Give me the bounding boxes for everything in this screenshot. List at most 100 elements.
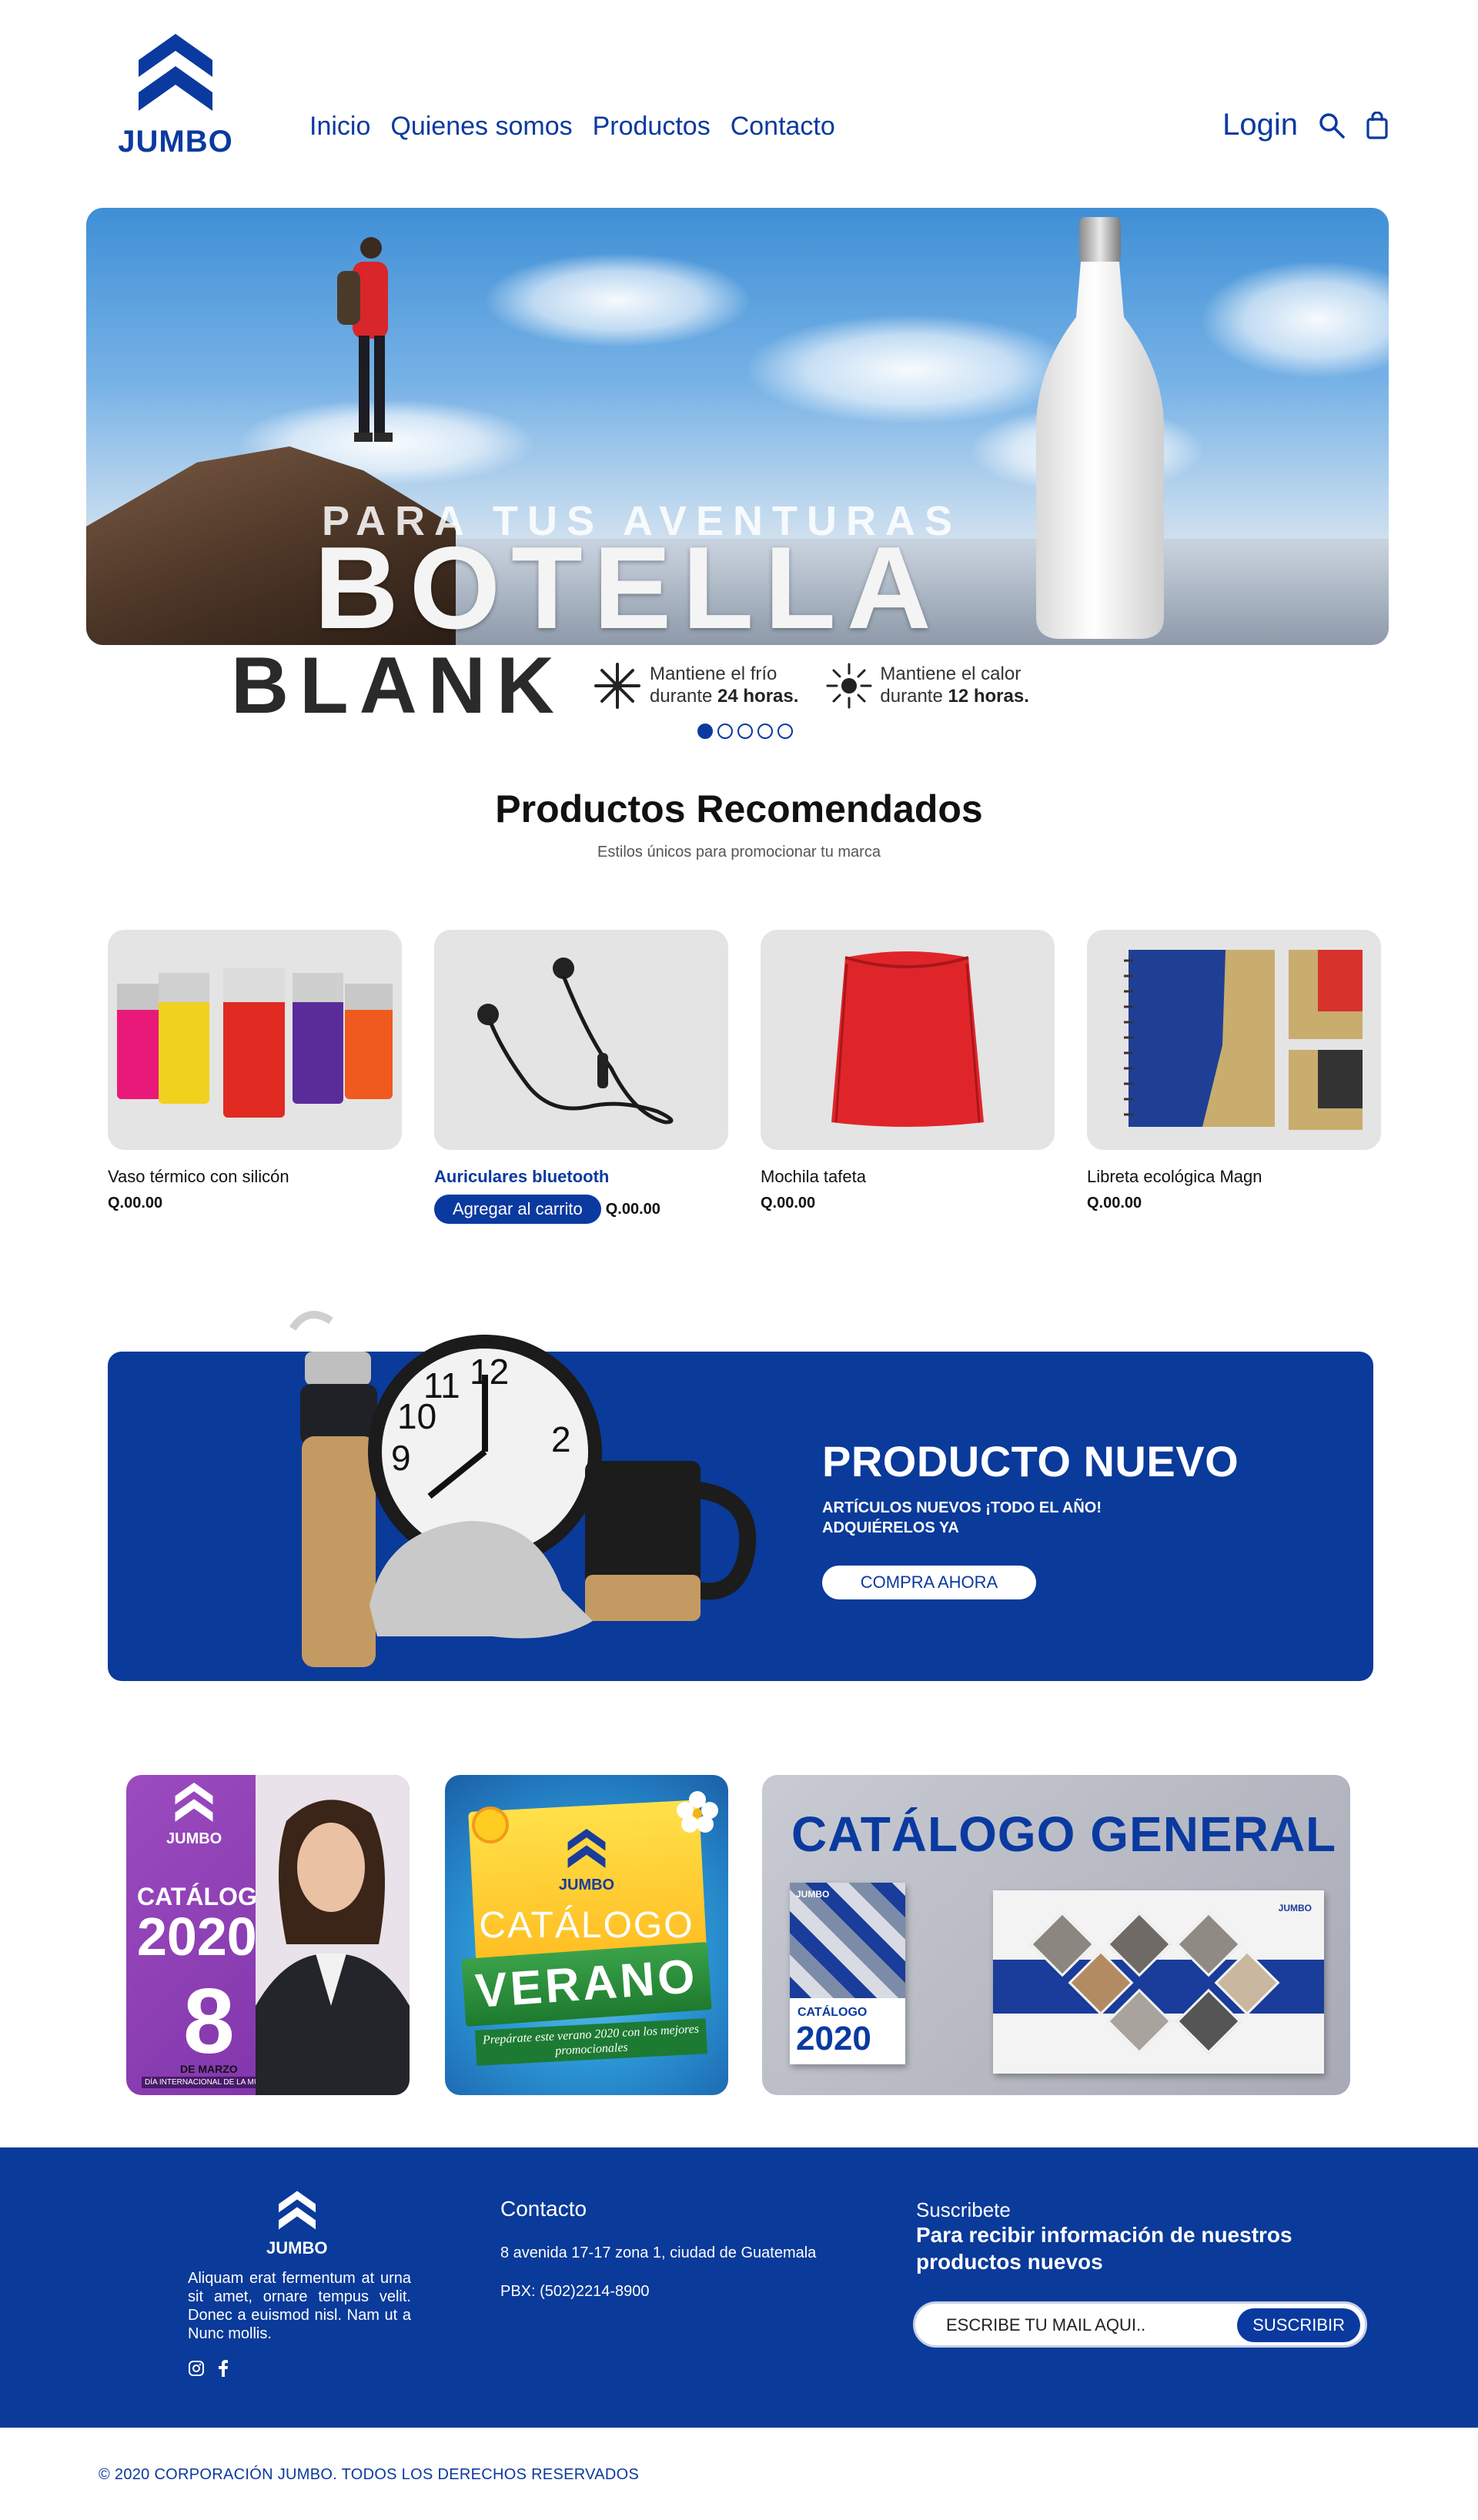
tumblers-image (117, 968, 393, 1118)
carousel-dot-2[interactable] (717, 724, 733, 739)
product-card[interactable]: Vaso térmico con silicón Q.00.00 (108, 930, 402, 1224)
catalog-year: 2020 (137, 1907, 257, 1967)
footer-address: 8 avenida 17-17 zona 1, ciudad de Guatem… (500, 2244, 817, 2261)
product-price: Q.00.00 (108, 1195, 163, 1212)
hero-cloud (487, 254, 748, 346)
flower-icon (677, 1791, 718, 1833)
search-icon[interactable] (1318, 112, 1346, 139)
sun-icon (826, 663, 872, 709)
email-field[interactable] (946, 2310, 1223, 2341)
hero-banner[interactable]: PARA TUS AVENTURAS BOTELLA (86, 208, 1389, 645)
catalog-card-general[interactable]: CATÁLOGO GENERAL JUMBO CATÁLOGO 2020 JUM… (762, 1775, 1350, 2095)
catalog-logo: JUMBO (166, 1783, 222, 1848)
hero-title-blank: BLANK (231, 640, 565, 730)
new-product-line1: ARTÍCULOS NUEVOS ¡TODO EL AÑO! (822, 1499, 1102, 1516)
footer-social (188, 2360, 229, 2377)
instagram-icon[interactable] (188, 2360, 205, 2377)
svg-text:9: 9 (391, 1438, 411, 1478)
carousel-dot-4[interactable] (757, 724, 773, 739)
feature-hot-line2: durante (880, 686, 948, 707)
catalog-label: CATÁLOGO (479, 1905, 694, 1946)
product-name[interactable]: Auriculares bluetooth (434, 1167, 728, 1187)
hero-feature-row: BLANK Mantiene el frío durante 24 horas. (231, 641, 1029, 730)
add-to-cart-button[interactable]: Agregar al carrito (434, 1195, 601, 1224)
catalog-logo: JUMBO (445, 1829, 728, 1894)
carousel-dot-5[interactable] (777, 724, 793, 739)
chevron-logo-icon (278, 2191, 316, 2230)
footer-subscribe-text: Para recibir información de nuestros pro… (916, 2223, 1292, 2274)
product-grid: Vaso térmico con silicón Q.00.00 Auricul… (108, 930, 1381, 1224)
footer-phone[interactable]: PBX: (502)2214-8900 (500, 2283, 649, 2301)
feature-cold-line1: Mantiene el frío (649, 663, 777, 685)
hero-cloud (1202, 262, 1389, 377)
carousel-dot-1[interactable] (697, 724, 713, 739)
catalog-logo-text: JUMBO (166, 1830, 222, 1847)
notebooks-image (1124, 950, 1363, 1130)
new-product-banner[interactable]: 12 2 9 11 10 PRODUCTO NUEVO ARTÍCULOS NU… (108, 1311, 1373, 1681)
feature-cold: Mantiene el frío durante 24 horas. (593, 661, 798, 710)
carousel-dot-3[interactable] (737, 724, 753, 739)
catalog-book-cover: JUMBO CATÁLOGO 2020 (790, 1883, 905, 2064)
chevron-logo-icon (139, 34, 212, 111)
earphones-image (477, 958, 674, 1125)
chevron-logo-icon (175, 1783, 213, 1822)
product-price: Q.00.00 (605, 1200, 660, 1218)
hero-cloud (748, 316, 1072, 423)
book-year: 2020 (796, 2020, 871, 2057)
login-link[interactable]: Login (1222, 108, 1298, 142)
product-name[interactable]: Libreta ecológica Magn (1087, 1167, 1381, 1187)
red-bag-image (831, 951, 984, 1127)
book-label: CATÁLOGO (798, 2006, 868, 2019)
hero-title: BOTELLA (314, 523, 942, 645)
new-product-title: PRODUCTO NUEVO (822, 1437, 1239, 1486)
nav-quienes-somos[interactable]: Quienes somos (390, 112, 572, 142)
new-products-image: 12 2 9 11 10 (289, 1311, 757, 1667)
catalog-card-women-day[interactable]: JUMBO CATÁLOGO 2020 8 DE MARZO DÍA INTER… (126, 1775, 410, 2095)
new-product-line2: ADQUIÉRELOS YA (822, 1519, 959, 1536)
chevron-logo-icon (567, 1829, 606, 1868)
svg-text:2: 2 (551, 1419, 571, 1459)
product-name[interactable]: Mochila tafeta (761, 1167, 1055, 1187)
catalog-day-number: 8 (183, 1970, 235, 2073)
subscribe-button[interactable]: SUSCRIBIR (1237, 2308, 1360, 2342)
catalog-logo-text: JUMBO (558, 1877, 615, 1893)
hiker-image (337, 237, 393, 442)
product-image-bag[interactable] (761, 930, 1055, 1150)
woman-portrait-image (256, 1775, 410, 2095)
header-actions: Login (1222, 108, 1389, 142)
footer-logo-text: JUMBO (266, 2238, 328, 2258)
product-card[interactable]: Libreta ecológica Magn Q.00.00 (1087, 930, 1381, 1224)
product-image-earphones[interactable] (434, 930, 728, 1150)
product-name[interactable]: Vaso térmico con silicón (108, 1167, 402, 1187)
product-card[interactable]: Mochila tafeta Q.00.00 (761, 930, 1055, 1224)
spread-logo: JUMBO (1278, 1903, 1312, 1913)
nav-contacto[interactable]: Contacto (731, 112, 835, 142)
product-image-tumblers[interactable] (108, 930, 402, 1150)
book-cover-pattern (790, 1883, 905, 1998)
product-price: Q.00.00 (761, 1195, 816, 1212)
catalog-tagline: Prepárate este verano 2020 con los mejor… (474, 2018, 708, 2067)
svg-text:10: 10 (397, 1396, 436, 1436)
catalog-card-summer[interactable]: JUMBO CATÁLOGO VERANO Prepárate este ver… (445, 1775, 728, 2095)
buy-now-button[interactable]: COMPRA AHORA (822, 1566, 1036, 1599)
feature-cold-hours: 24 horas. (717, 686, 799, 707)
copyright-text: © 2020 CORPORACIÓN JUMBO. TODOS LOS DERE… (99, 2466, 640, 2483)
facebook-icon[interactable] (217, 2360, 229, 2377)
feature-cold-line2: durante (649, 686, 718, 707)
carousel-dots (697, 724, 793, 739)
newsletter-form: SUSCRIBIR (913, 2301, 1367, 2348)
shopping-bag-icon[interactable] (1366, 111, 1389, 139)
nav-inicio[interactable]: Inicio (309, 112, 370, 142)
jumbo-logo[interactable]: JUMBO (114, 34, 237, 172)
footer-logo[interactable]: JUMBO (266, 2191, 327, 2258)
catalog-general-title: CATÁLOGO GENERAL (791, 1806, 1337, 1862)
snowflake-icon (594, 663, 640, 709)
catalog-spread-image: JUMBO (993, 1890, 1324, 2074)
logo-text: JUMBO (118, 125, 233, 159)
book-logo: JUMBO (796, 1889, 830, 1900)
new-product-subtitle: ARTÍCULOS NUEVOS ¡TODO EL AÑO! ADQUIÉREL… (822, 1498, 1130, 1538)
product-card[interactable]: Auriculares bluetooth Agregar al carrito… (434, 930, 728, 1224)
product-image-notebooks[interactable] (1087, 930, 1381, 1150)
nav-productos[interactable]: Productos (593, 112, 711, 142)
main-nav: Inicio Quienes somos Productos Contacto (309, 112, 835, 142)
